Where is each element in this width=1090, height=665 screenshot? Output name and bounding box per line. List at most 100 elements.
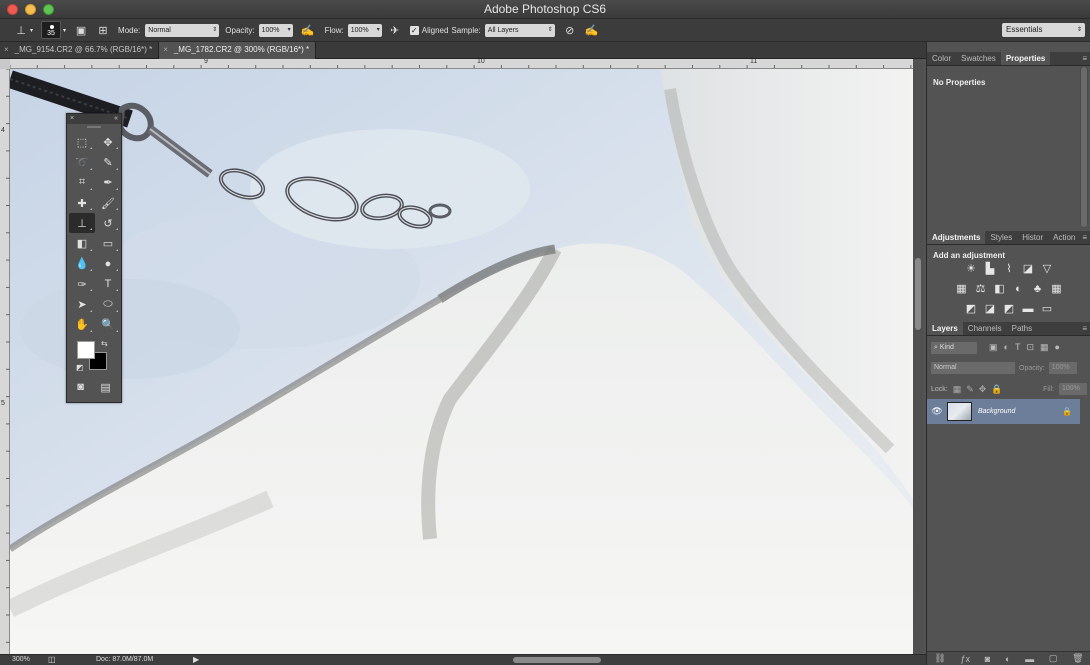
history-brush-icon[interactable]: ↺	[95, 213, 121, 233]
layer-opacity-field[interactable]: 100%	[1048, 362, 1077, 374]
tool-preset-chevron-icon[interactable]: ▾	[30, 27, 33, 34]
new-group-icon[interactable]: ▬	[1025, 654, 1034, 664]
close-tab-icon[interactable]: ×	[163, 45, 168, 54]
lock-transparent-icon[interactable]: ▦	[953, 384, 962, 395]
filter-toggle-icon[interactable]: ●	[1055, 342, 1060, 353]
document-canvas[interactable]	[10, 69, 913, 654]
tab-actions[interactable]: Action	[1048, 231, 1080, 244]
levels-icon[interactable]: ▙	[984, 262, 997, 275]
link-layers-icon[interactable]: ⛓	[934, 653, 945, 664]
clone-stamp-tool-preset-icon[interactable]: ⊥	[14, 23, 28, 37]
mode-select[interactable]: Normal ⇕	[145, 23, 220, 37]
close-window-button[interactable]	[7, 4, 18, 15]
brush-icon[interactable]: 🖌	[95, 193, 121, 213]
panel-menu-icon[interactable]: ≡	[1082, 52, 1090, 65]
aligned-checkbox[interactable]: ✓	[409, 25, 419, 35]
clone-source-panel-icon[interactable]: ⊞	[96, 23, 110, 37]
status-popup-icon[interactable]: ◫	[48, 655, 56, 664]
vertical-ruler[interactable]: 4 5	[0, 69, 10, 654]
exposure-icon[interactable]: ◪	[1022, 262, 1035, 275]
add-mask-icon[interactable]: ◙	[985, 654, 990, 664]
filter-type-icon[interactable]: T	[1015, 342, 1021, 353]
vertical-scroll-thumb[interactable]	[915, 258, 921, 330]
hue-saturation-icon[interactable]: ▦	[955, 282, 968, 295]
color-lookup-icon[interactable]: ▦	[1050, 282, 1063, 295]
channel-mixer-icon[interactable]: ♣	[1031, 282, 1044, 295]
eye-visibility-icon[interactable]: 👁	[927, 406, 947, 417]
status-menu-arrow-icon[interactable]: ▶	[193, 655, 199, 664]
layer-filter-kind-select[interactable]: ⌕ Kind	[931, 341, 977, 354]
spot-healing-icon[interactable]: ✚	[69, 193, 95, 213]
properties-scrollbar[interactable]	[1080, 67, 1088, 227]
posterize-icon[interactable]: ◪	[984, 302, 997, 315]
rectangular-marquee-icon[interactable]: ⬚	[69, 132, 95, 152]
filter-shape-icon[interactable]: ⊡	[1026, 342, 1034, 353]
brush-panel-toggle-icon[interactable]: ▣	[74, 23, 88, 37]
lock-position-icon[interactable]: ✥	[979, 384, 987, 395]
tab-color[interactable]: Color	[927, 52, 956, 65]
eyedropper-icon[interactable]: ✒	[95, 173, 121, 193]
panel-menu-icon[interactable]: ≡	[1082, 231, 1090, 244]
minimize-window-button[interactable]	[25, 4, 36, 15]
new-layer-icon[interactable]: ▢	[1049, 653, 1058, 664]
flow-field[interactable]: 100% ▾	[347, 23, 382, 37]
ellipse-icon[interactable]: ⬭	[95, 294, 121, 314]
properties-scroll-thumb[interactable]	[1081, 67, 1087, 227]
invert-icon[interactable]: ◩	[965, 302, 978, 315]
ruler-origin[interactable]	[0, 59, 10, 69]
opacity-field[interactable]: 100% ▾	[258, 23, 293, 37]
lasso-icon[interactable]: ➰	[69, 152, 95, 172]
doc-tab-1[interactable]: × _MG_9154.CR2 @ 66.7% (RGB/16*) *	[0, 42, 160, 59]
selective-color-icon[interactable]: ▭	[1041, 302, 1054, 315]
path-selection-icon[interactable]: ➤	[69, 294, 95, 314]
zoom-icon[interactable]: 🔍	[95, 315, 121, 335]
tab-paths[interactable]: Paths	[1007, 322, 1037, 335]
curves-icon[interactable]: ⌇	[1003, 262, 1016, 275]
gradient-icon[interactable]: ▭	[95, 233, 121, 253]
tab-styles[interactable]: Styles	[985, 231, 1017, 244]
zoom-level[interactable]: 300%	[12, 656, 30, 663]
fill-field[interactable]: 100%	[1059, 383, 1087, 395]
quick-mask-icon[interactable]: ◙	[77, 381, 84, 394]
gradient-map-icon[interactable]: ▬	[1022, 302, 1035, 315]
hand-icon[interactable]: ✋	[69, 315, 95, 335]
new-adjustment-icon[interactable]: ◐	[1005, 654, 1010, 664]
horizontal-scroll-thumb[interactable]	[513, 657, 601, 663]
layer-name[interactable]: Background	[978, 408, 1015, 415]
vertical-scrollbar[interactable]	[913, 59, 923, 654]
tab-adjustments[interactable]: Adjustments	[927, 231, 986, 244]
black-white-icon[interactable]: ◧	[993, 282, 1006, 295]
doc-tab-2[interactable]: × _MG_1782.CR2 @ 300% (RGB/16*) *	[159, 42, 317, 59]
tablet-pressure-opacity-icon[interactable]: ✍	[301, 23, 315, 37]
lock-image-icon[interactable]: ✎	[966, 384, 974, 395]
swap-colors-icon[interactable]: ⇆	[101, 339, 108, 348]
move-icon[interactable]: ✥	[95, 132, 121, 152]
ignore-adjustment-layers-icon[interactable]: ⊘	[563, 23, 577, 37]
tab-layers[interactable]: Layers	[927, 322, 963, 335]
tab-properties[interactable]: Properties	[1000, 52, 1051, 65]
close-panel-icon[interactable]: ×	[70, 114, 74, 124]
brightness-contrast-icon[interactable]: ☀	[965, 262, 978, 275]
quick-selection-icon[interactable]: ✎	[95, 152, 121, 172]
tab-channels[interactable]: Channels	[963, 322, 1007, 335]
delete-layer-icon[interactable]: 🗑	[1072, 653, 1083, 664]
crop-icon[interactable]: ⌗	[69, 173, 95, 193]
tools-panel-header[interactable]: × «	[67, 114, 121, 124]
lock-all-icon[interactable]: 🔒	[991, 384, 1002, 395]
brush-picker-chevron-icon[interactable]: ▾	[63, 27, 66, 34]
eraser-icon[interactable]: ◧	[69, 233, 95, 253]
workspace-switcher[interactable]: Essentials ⇕	[1002, 23, 1085, 37]
tablet-pressure-size-icon[interactable]: ✍	[585, 23, 599, 37]
tab-history[interactable]: Histor	[1017, 231, 1048, 244]
pen-icon[interactable]: ✑	[69, 274, 95, 294]
sample-select[interactable]: All Layers ⇕	[484, 23, 555, 37]
threshold-icon[interactable]: ◩	[1003, 302, 1016, 315]
type-icon[interactable]: T	[95, 274, 121, 294]
photo-filter-icon[interactable]: ◐	[1012, 282, 1025, 295]
horizontal-ruler[interactable]: 9 10 11	[10, 59, 913, 69]
collapse-panel-icon[interactable]: «	[114, 114, 118, 124]
airbrush-icon[interactable]: ✈	[388, 23, 402, 37]
clone-stamp-icon[interactable]: ⊥	[69, 213, 95, 234]
filter-smart-object-icon[interactable]: ▦	[1040, 342, 1049, 353]
screen-mode-icon[interactable]: ▤	[100, 381, 110, 394]
